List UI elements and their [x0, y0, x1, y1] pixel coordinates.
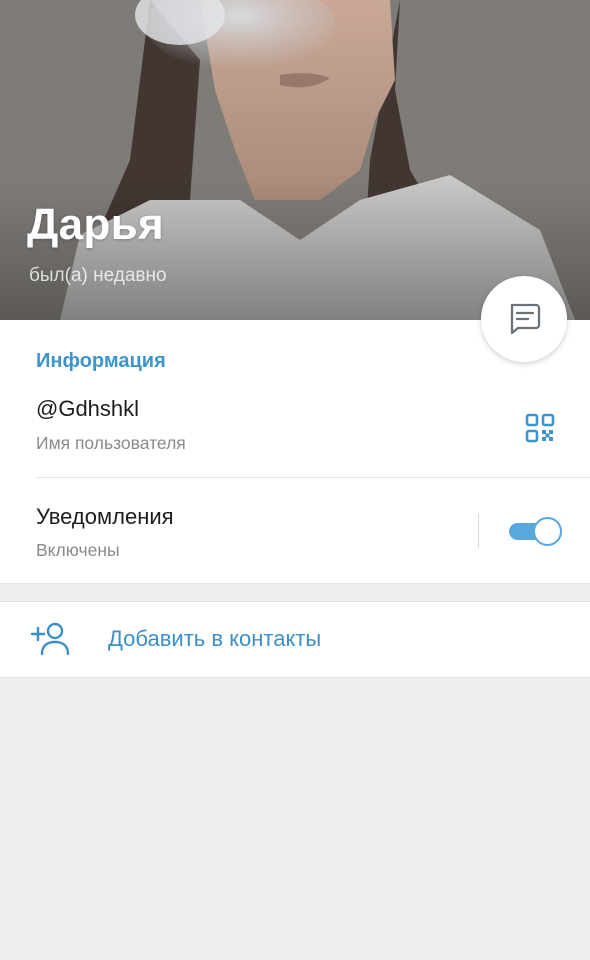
info-section: Информация @Gdhshkl Имя пользователя Уве… — [0, 320, 590, 584]
profile-status: был(а) недавно — [29, 265, 167, 286]
profile-header: Дарья был(а) недавно — [0, 0, 590, 320]
notifications-label[interactable]: Уведомления — [36, 504, 174, 530]
username-caption: Имя пользователя — [36, 433, 186, 453]
username-value[interactable]: @Gdhshkl — [36, 396, 139, 422]
qr-code-icon — [525, 413, 555, 443]
profile-name: Дарья — [27, 200, 164, 249]
toggle-knob — [533, 517, 562, 546]
qr-code-button[interactable] — [520, 408, 560, 448]
add-user-icon — [30, 622, 70, 656]
notifications-toggle[interactable] — [509, 517, 562, 546]
section-title-info: Информация — [36, 350, 166, 372]
row-divider — [36, 477, 590, 478]
add-contact-label: Добавить в контакты — [108, 626, 322, 651]
toggle-separator — [478, 514, 479, 548]
message-button[interactable] — [481, 276, 567, 362]
add-contact-row[interactable]: Добавить в контакты — [0, 601, 590, 678]
notifications-caption: Включены — [36, 540, 120, 560]
message-icon — [510, 303, 541, 335]
